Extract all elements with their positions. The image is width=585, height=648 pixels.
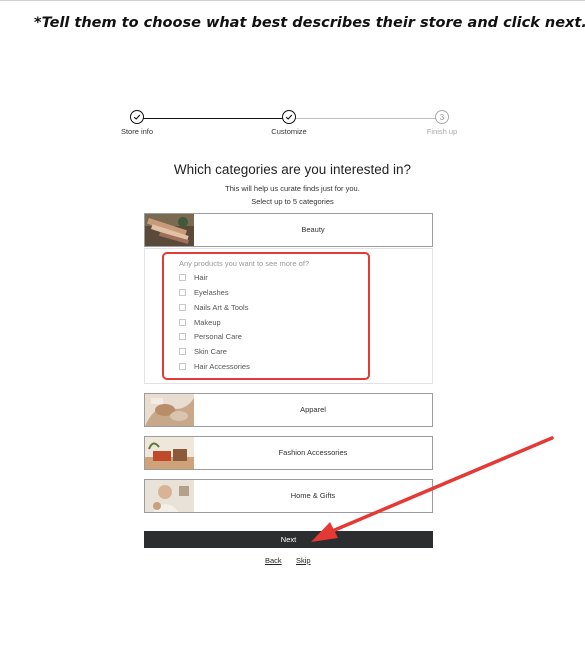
progress-stepper: Store info Customize 3 Finish up — [110, 110, 470, 140]
back-link[interactable]: Back — [265, 556, 282, 565]
category-card-fashion-accessories[interactable]: Fashion Accessories — [144, 436, 433, 470]
next-button[interactable]: Next — [144, 531, 433, 548]
checkbox-skin-care[interactable]: Skin Care — [179, 346, 227, 357]
step-label: Finish up — [426, 127, 458, 136]
checkbox-hair-accessories[interactable]: Hair Accessories — [179, 361, 250, 372]
checkbox-label: Hair Accessories — [194, 362, 250, 371]
selection-hint: Select up to 5 categories — [251, 197, 334, 206]
checkbox-makeup[interactable]: Makeup — [179, 317, 221, 328]
step-finish-up: 3 Finish up — [402, 110, 482, 136]
category-label: Beauty — [301, 225, 325, 234]
checkbox[interactable] — [179, 333, 186, 340]
checkbox-nails-art-tools[interactable]: Nails Art & Tools — [179, 302, 248, 313]
fashion-accessories-thumbnail — [145, 437, 194, 469]
subcategory-question: Any products you want to see more of? — [179, 259, 310, 268]
checkbox[interactable] — [179, 304, 186, 311]
skip-link[interactable]: Skip — [296, 556, 311, 565]
apparel-thumbnail — [145, 394, 194, 426]
step-label: Store info — [120, 127, 154, 136]
category-card-beauty[interactable]: Beauty — [144, 213, 433, 247]
home-gifts-thumbnail — [145, 480, 194, 512]
checkbox-label: Personal Care — [194, 332, 242, 341]
checkbox-hair[interactable]: Hair — [179, 272, 208, 283]
checkbox-label: Hair — [194, 273, 208, 282]
check-icon — [282, 110, 296, 124]
page-subtitle: This will help us curate finds just for … — [225, 184, 360, 193]
checkbox-personal-care[interactable]: Personal Care — [179, 331, 242, 342]
top-divider — [0, 0, 585, 1]
page-title: Which categories are you interested in? — [173, 162, 412, 177]
category-label: Apparel — [300, 405, 326, 414]
category-card-home-gifts[interactable]: Home & Gifts — [144, 479, 433, 513]
category-card-apparel[interactable]: Apparel — [144, 393, 433, 427]
checkbox[interactable] — [179, 348, 186, 355]
step-number-badge: 3 — [435, 110, 449, 124]
checkbox-label: Nails Art & Tools — [194, 303, 249, 312]
checkbox-label: Eyelashes — [194, 288, 229, 297]
check-icon — [130, 110, 144, 124]
category-label: Home & Gifts — [290, 491, 336, 500]
checkbox[interactable] — [179, 363, 186, 370]
checkbox[interactable] — [179, 319, 186, 326]
step-store-info: Store info — [97, 110, 177, 136]
step-customize: Customize — [249, 110, 329, 136]
checkbox-label: Makeup — [194, 318, 221, 327]
checkbox[interactable] — [179, 289, 186, 296]
checkbox-eyelashes[interactable]: Eyelashes — [179, 287, 229, 298]
category-label: Fashion Accessories — [278, 448, 348, 457]
checkbox-label: Skin Care — [194, 347, 227, 356]
beauty-thumbnail — [145, 214, 194, 246]
step-label: Customize — [271, 127, 307, 136]
instruction-text: *Tell them to choose what best describes… — [34, 15, 585, 31]
checkbox[interactable] — [179, 274, 186, 281]
